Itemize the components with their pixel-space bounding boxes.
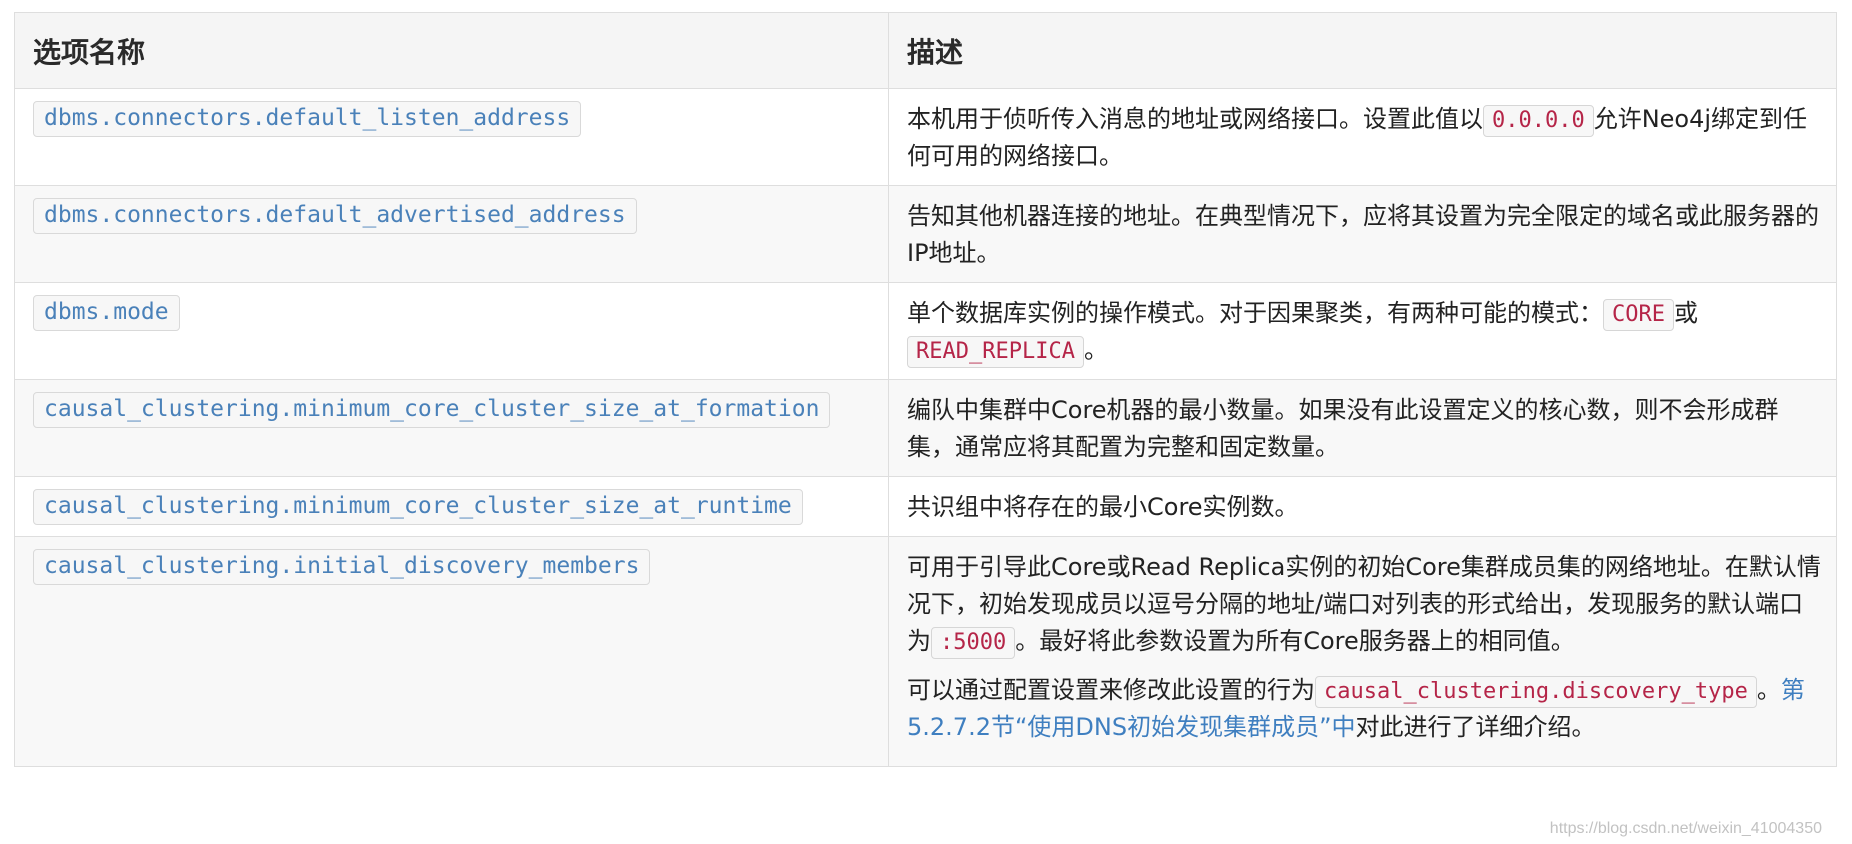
description-cell: 可用于引导此Core或Read Replica实例的初始Core集群成员集的网络… [888, 536, 1837, 767]
description-cell: 共识组中将存在的最小Core实例数。 [888, 476, 1837, 537]
option-cell: causal_clustering.minimum_core_cluster_s… [14, 476, 889, 537]
description-text: 单个数据库实例的操作模式。对于因果聚类，有两种可能的模式： [907, 299, 1603, 327]
description-text: 。 [1756, 676, 1781, 704]
description-cell: 本机用于侦听传入消息的地址或网络接口。设置此值以 0.0.0.0 允许Neo4j绑定… [888, 88, 1837, 186]
description-paragraph: 可以通过配置设置来修改此设置的行为 causal_clustering.disco… [907, 672, 1822, 746]
option-name: causal_clustering.minimum_core_cluster_s… [33, 392, 831, 428]
description-text: 告知其他机器连接的地址。在典型情况下，应将其设置为完全限定的域名或此服务器的IP… [907, 202, 1819, 267]
option-cell: causal_clustering.minimum_core_cluster_s… [14, 379, 889, 477]
table-row: dbms.connectors.default_advertised_addre… [14, 185, 1837, 283]
option-cell: dbms.connectors.default_advertised_addre… [14, 185, 889, 283]
option-name: dbms.connectors.default_listen_address [33, 101, 582, 137]
description-text: 编队中集群中Core机器的最小数量。如果没有此设置定义的核心数，则不会形成群集，… [907, 396, 1779, 461]
option-name: dbms.mode [33, 295, 180, 331]
option-cell: dbms.mode [14, 282, 889, 380]
options-table: 选项名称 描述 dbms.connectors.default_listen_a… [14, 12, 1837, 767]
description-text: 共识组中将存在的最小Core实例数。 [907, 493, 1299, 521]
value-code: :5000 [931, 627, 1016, 659]
description-cell: 告知其他机器连接的地址。在典型情况下，应将其设置为完全限定的域名或此服务器的IP… [888, 185, 1837, 283]
table-row: dbms.connectors.default_listen_address 本… [14, 88, 1837, 186]
header-option-name: 选项名称 [14, 12, 889, 89]
description-text: 或 [1673, 299, 1698, 327]
table-row: causal_clustering.minimum_core_cluster_s… [14, 476, 1837, 537]
description-text: 。 [1083, 336, 1108, 364]
table-row: causal_clustering.initial_discovery_memb… [14, 536, 1837, 767]
description-cell: 编队中集群中Core机器的最小数量。如果没有此设置定义的核心数，则不会形成群集，… [888, 379, 1837, 477]
table-header-row: 选项名称 描述 [14, 12, 1837, 89]
options-table-container: 选项名称 描述 dbms.connectors.default_listen_a… [14, 12, 1837, 767]
description-paragraph: 可用于引导此Core或Read Replica实例的初始Core集群成员集的网络… [907, 549, 1822, 660]
value-code: READ_REPLICA [907, 336, 1084, 368]
option-cell: dbms.connectors.default_listen_address [14, 88, 889, 186]
description-text: 。最好将此参数设置为所有Core服务器上的相同值。 [1015, 627, 1575, 655]
header-description: 描述 [888, 12, 1837, 89]
description-text: 对此进行了详细介绍。 [1355, 713, 1596, 741]
value-code: 0.0.0.0 [1483, 105, 1594, 137]
value-code: causal_clustering.discovery_type [1315, 676, 1757, 708]
option-name: causal_clustering.initial_discovery_memb… [33, 549, 651, 585]
table-row: causal_clustering.minimum_core_cluster_s… [14, 379, 1837, 477]
description-cell: 单个数据库实例的操作模式。对于因果聚类，有两种可能的模式： CORE 或 READ_R… [888, 282, 1837, 380]
option-name: causal_clustering.minimum_core_cluster_s… [33, 489, 803, 525]
option-cell: causal_clustering.initial_discovery_memb… [14, 536, 889, 767]
watermark: https://blog.csdn.net/weixin_41004350 [1549, 820, 1822, 837]
option-name: dbms.connectors.default_advertised_addre… [33, 198, 637, 234]
description-text: 本机用于侦听传入消息的地址或网络接口。设置此值以 [907, 105, 1483, 133]
description-text: 可以通过配置设置来修改此设置的行为 [907, 676, 1315, 704]
table-row: dbms.mode 单个数据库实例的操作模式。对于因果聚类，有两种可能的模式： C… [14, 282, 1837, 380]
value-code: CORE [1603, 299, 1674, 331]
